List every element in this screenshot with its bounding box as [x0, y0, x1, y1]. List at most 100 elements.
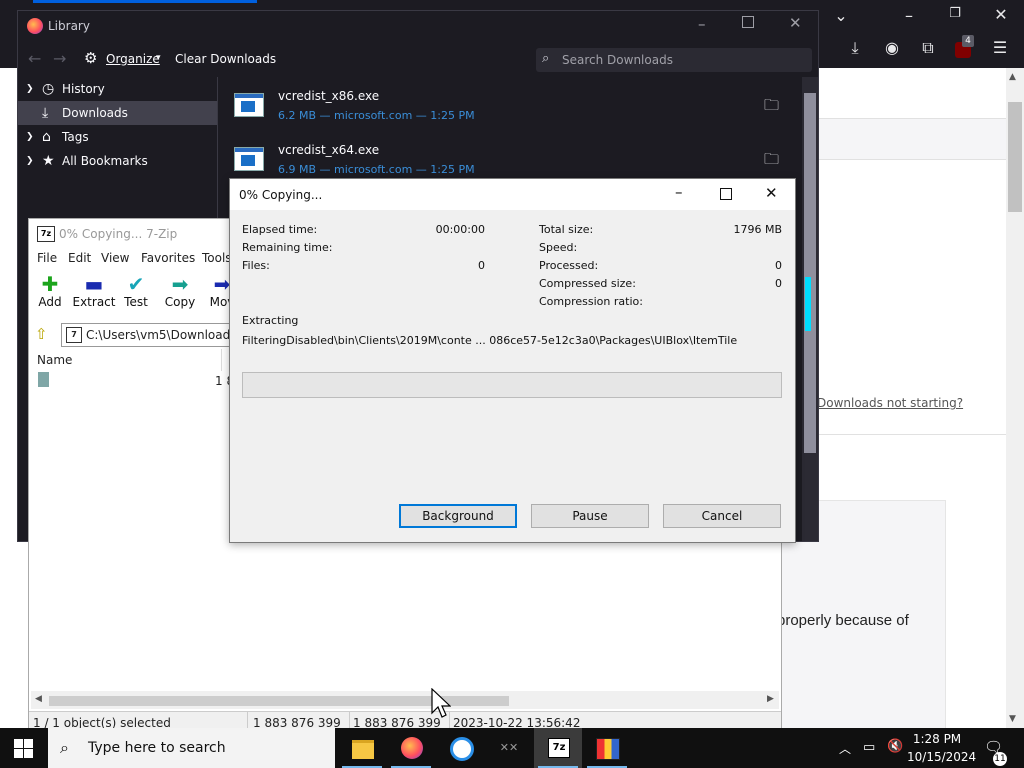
download-name: vcredist_x64.exe: [278, 143, 380, 157]
scroll-up-icon[interactable]: ▲: [1009, 72, 1016, 82]
account-icon[interactable]: ◉: [881, 38, 903, 57]
taskbar-file-explorer[interactable]: [338, 728, 386, 768]
clock-date[interactable]: 10/15/2024: [907, 750, 976, 764]
processed-value: 0: [775, 259, 782, 272]
firefox-icon: [27, 18, 43, 34]
organize-button[interactable]: Organize: [106, 52, 160, 66]
sidebar-item-label: All Bookmarks: [62, 154, 148, 168]
organize-dropdown-icon[interactable]: ▾: [156, 53, 161, 63]
up-folder-icon[interactable]: ⇧: [35, 325, 48, 343]
compressed-size-value: 0: [775, 277, 782, 290]
menu-tools[interactable]: Tools: [202, 251, 232, 265]
taskbar-app[interactable]: ✕✕: [485, 728, 533, 768]
taskbar-7zip[interactable]: 7z: [534, 728, 582, 768]
page-scrollbar-thumb[interactable]: [1008, 102, 1022, 212]
notification-badge: 11: [993, 752, 1007, 766]
elapsed-label: Elapsed time:: [242, 223, 318, 236]
current-file-path: FilteringDisabled\bin\Clients\2019M\cont…: [242, 334, 738, 347]
dialog-close-icon[interactable]: ✕: [765, 184, 778, 202]
library-minimize-icon[interactable]: –: [698, 15, 706, 33]
menu-edit[interactable]: Edit: [68, 251, 91, 265]
sidebar-item-downloads[interactable]: ⤓ Downloads: [18, 101, 217, 125]
sidebar-item-label: Downloads: [62, 106, 128, 120]
sidebar-item-all-bookmarks[interactable]: ❯ ★ All Bookmarks: [18, 149, 217, 173]
7zip-icon: 7z: [37, 226, 55, 242]
back-arrow-icon[interactable]: ←: [28, 49, 41, 68]
tab-list-chevron-icon[interactable]: ⌄: [830, 6, 852, 25]
sidebar-item-tags[interactable]: ❯ ⌂ Tags: [18, 125, 217, 149]
windows-start-icon[interactable]: [14, 739, 34, 759]
taskbar-search-input[interactable]: ⌕ Type here to search: [48, 728, 335, 768]
menu-icon[interactable]: ☰: [989, 38, 1011, 57]
active-tab-indicator: [33, 0, 257, 3]
menu-file[interactable]: File: [37, 251, 57, 265]
library-scrollbar-thumb[interactable]: [804, 93, 816, 453]
speed-label: Speed:: [539, 241, 578, 254]
search-icon: ⌕: [542, 51, 550, 66]
scroll-right-icon[interactable]: ▶: [767, 694, 774, 704]
7zip-icon: 7z: [548, 738, 570, 758]
files-value: 0: [478, 259, 485, 272]
files-label: Files:: [242, 259, 270, 272]
downloads-help-link[interactable]: Downloads not starting?: [817, 396, 963, 410]
column-header-name[interactable]: Name: [31, 349, 222, 371]
menu-view[interactable]: View: [101, 251, 129, 265]
pause-button[interactable]: Pause: [531, 504, 649, 528]
forward-arrow-icon[interactable]: →: [53, 49, 66, 68]
installer-file-icon: [234, 147, 264, 171]
download-icon[interactable]: ⤓: [844, 38, 866, 58]
app-icon: [596, 738, 620, 760]
list-item[interactable]: vcredist_x64.exe 6.9 MB — microsoft.com …: [218, 131, 802, 185]
list-item[interactable]: vcredist_x86.exe 6.2 MB — microsoft.com …: [218, 77, 802, 131]
search-downloads-input[interactable]: ⌕ Search Downloads: [536, 48, 812, 72]
sidebar-item-history[interactable]: ❯ ◷ History: [18, 77, 217, 101]
taskbar-app-2[interactable]: [583, 728, 631, 768]
menu-favorites[interactable]: Favorites: [141, 251, 195, 265]
background-button[interactable]: Background: [399, 504, 517, 528]
action-label: Extracting: [242, 314, 299, 327]
clear-downloads-button[interactable]: Clear Downloads: [175, 52, 276, 66]
copy-button[interactable]: ➡ Copy: [157, 273, 203, 309]
close-icon[interactable]: ✕: [990, 5, 1012, 24]
download-meta: 6.9 MB — microsoft.com — 1:25 PM: [278, 163, 475, 176]
cancel-button[interactable]: Cancel: [663, 504, 781, 528]
library-close-icon[interactable]: ✕: [789, 14, 802, 32]
tray-chevron-up-icon[interactable]: ︿: [839, 740, 851, 757]
download-name: vcredist_x86.exe: [278, 89, 380, 103]
taskbar-browser[interactable]: [436, 728, 484, 768]
scroll-left-icon[interactable]: ◀: [35, 694, 42, 704]
volume-muted-icon[interactable]: 🔇: [887, 739, 903, 754]
library-maximize-icon[interactable]: [742, 16, 754, 28]
extract-label: Extract: [72, 295, 116, 309]
total-size-value: 1796 MB: [733, 223, 782, 236]
clock-icon: ◷: [42, 81, 55, 97]
folder-icon[interactable]: 🗀: [764, 95, 779, 120]
extensions-icon[interactable]: ⧉: [917, 38, 939, 58]
scroll-down-icon[interactable]: ▼: [1009, 714, 1016, 724]
taskbar-firefox[interactable]: [387, 728, 435, 768]
chevron-right-icon: ❯: [26, 156, 34, 166]
dialog-maximize-icon[interactable]: [720, 188, 732, 200]
minimize-icon[interactable]: –: [898, 6, 920, 25]
add-button[interactable]: ✚ Add: [27, 273, 73, 309]
restore-icon[interactable]: ❐: [944, 6, 966, 21]
network-icon[interactable]: ▭: [863, 740, 875, 755]
copy-progress-dialog: 0% Copying... – ✕ Elapsed time: 00:00:00…: [229, 178, 796, 543]
firefox-icon: [401, 737, 423, 759]
library-toolbar: ← → ⚙ Organize ▾ Clear Downloads ⌕ Searc…: [18, 43, 818, 77]
sidebar-item-label: Tags: [62, 130, 89, 144]
app-icon: ✕✕: [499, 741, 519, 754]
plus-icon: ✚: [41, 272, 59, 296]
extract-button[interactable]: ▬ Extract: [71, 273, 117, 309]
star-icon: ★: [42, 153, 55, 169]
elapsed-value: 00:00:00: [435, 223, 485, 236]
clock-time[interactable]: 1:28 PM: [907, 732, 967, 746]
file-icon: [38, 372, 49, 387]
folder-icon[interactable]: 🗀: [764, 149, 779, 174]
test-button[interactable]: ✔ Test: [113, 273, 159, 309]
add-label: Add: [38, 295, 62, 309]
column-name-label: Name: [37, 353, 73, 367]
mouse-cursor-icon: [431, 688, 451, 718]
dialog-minimize-icon[interactable]: –: [675, 183, 683, 201]
browser-icon: [450, 737, 474, 761]
